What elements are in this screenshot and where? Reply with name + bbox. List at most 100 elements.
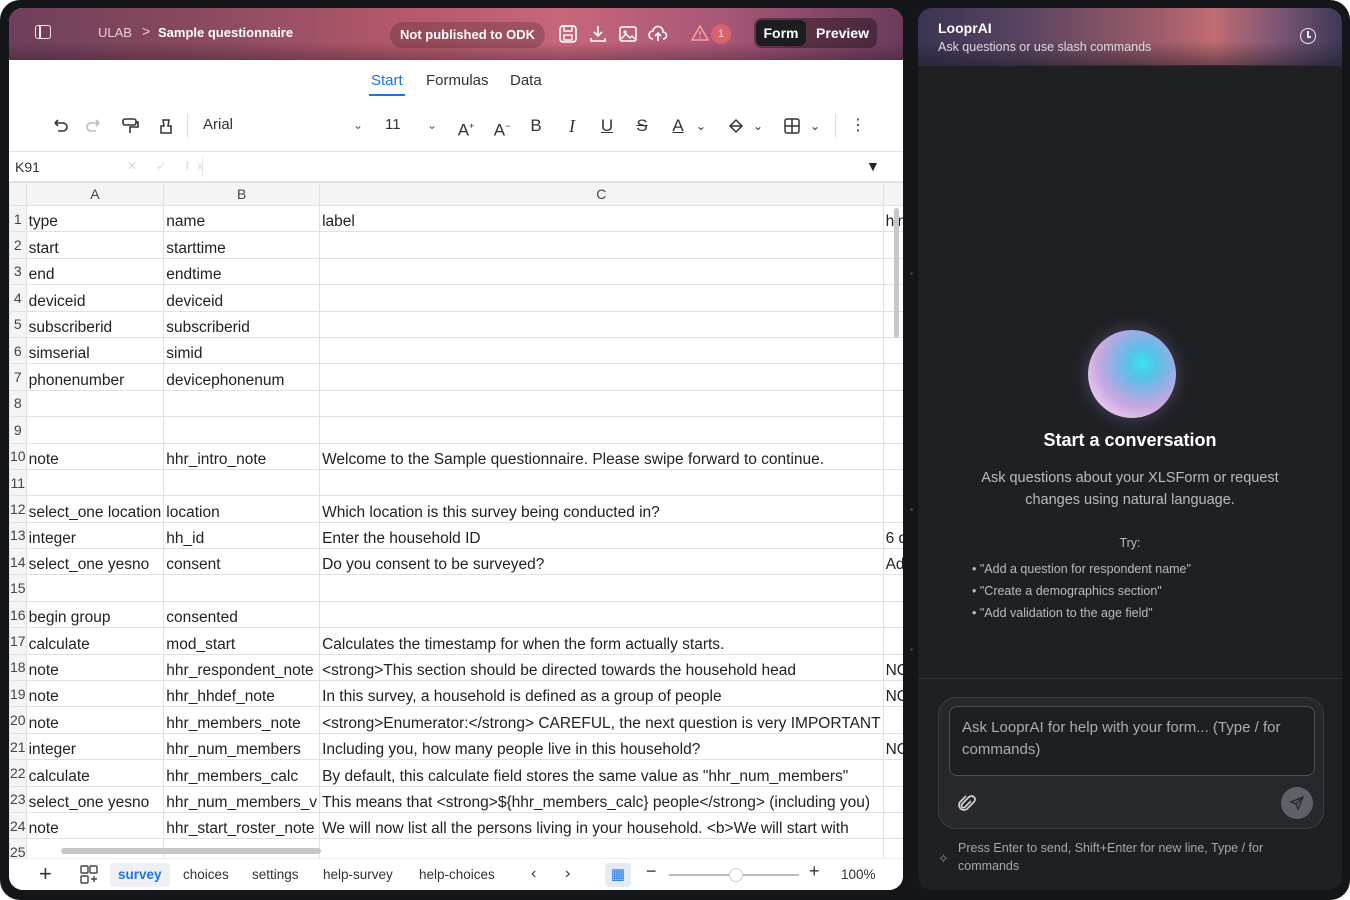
row-header[interactable]: 13 xyxy=(9,521,27,550)
cell-c[interactable] xyxy=(319,600,884,629)
cell-a[interactable]: calculate xyxy=(25,627,165,655)
row-header[interactable]: 8 xyxy=(9,389,27,418)
sheet-tab-help-choices[interactable]: help-choices xyxy=(411,863,503,887)
cell-d[interactable] xyxy=(882,416,903,444)
italic-icon[interactable]: I xyxy=(561,115,583,137)
row-header[interactable]: 2 xyxy=(9,231,27,259)
cell-a[interactable]: end xyxy=(25,257,165,286)
cell-c[interactable]: Which location is this survey being cond… xyxy=(319,495,884,523)
cell-a[interactable]: integer xyxy=(25,732,165,761)
cell-c[interactable] xyxy=(319,231,884,259)
chevron-right-icon[interactable]: › xyxy=(565,865,570,883)
history-icon[interactable] xyxy=(1300,28,1316,44)
cell-d[interactable] xyxy=(882,442,903,470)
horizontal-scrollbar[interactable] xyxy=(61,848,321,854)
row-header[interactable]: 4 xyxy=(9,284,27,312)
cell-c[interactable]: label xyxy=(319,204,884,233)
cell-a[interactable]: start xyxy=(25,231,165,259)
cell-d[interactable] xyxy=(882,838,903,858)
grid-view-icon[interactable]: ▦ xyxy=(605,863,631,887)
vertical-scrollbar[interactable] xyxy=(894,208,899,338)
cell-a[interactable]: note xyxy=(25,653,165,682)
more-options-icon[interactable]: ⋮ xyxy=(847,115,869,137)
cell-c[interactable]: <strong>This section should be directed … xyxy=(319,653,884,682)
cell-b[interactable]: starttime xyxy=(163,231,321,259)
sidebar-toggle-icon[interactable] xyxy=(35,25,51,39)
cell-b[interactable]: hhr_intro_note xyxy=(163,442,321,470)
save-icon[interactable] xyxy=(557,23,579,45)
row-header[interactable]: 25 xyxy=(9,838,27,858)
cell-a[interactable]: select_one location xyxy=(25,495,165,523)
cell-d[interactable] xyxy=(882,468,903,497)
bold-icon[interactable]: B xyxy=(525,115,547,137)
sheet-tab-settings[interactable]: settings xyxy=(244,863,307,887)
cell-c[interactable] xyxy=(319,284,884,312)
cell-c[interactable]: By default, this calculate field stores … xyxy=(319,759,884,787)
cell-c[interactable]: We will now list all the persons living … xyxy=(319,811,884,840)
cell-d[interactable] xyxy=(882,336,903,365)
strikethrough-icon[interactable]: S xyxy=(631,115,653,137)
cell-c[interactable]: In this survey, a household is defined a… xyxy=(319,680,884,708)
tab-data[interactable]: Data xyxy=(510,72,542,89)
cell-c[interactable]: Enter the household ID xyxy=(319,521,884,550)
row-header[interactable]: 16 xyxy=(9,600,27,629)
cell-a[interactable]: note xyxy=(25,706,165,734)
cell-b[interactable]: hh_id xyxy=(163,521,321,550)
cell-b[interactable] xyxy=(163,416,321,444)
message-input[interactable]: Ask LooprAI for help with your form... (… xyxy=(949,706,1315,776)
row-header[interactable]: 17 xyxy=(9,627,27,655)
row-header[interactable]: 6 xyxy=(9,336,27,365)
cell-c[interactable]: Do you consent to be surveyed? xyxy=(319,548,884,576)
row-header[interactable]: 20 xyxy=(9,706,27,734)
zoom-out-button[interactable]: − xyxy=(646,861,657,882)
preview-mode-button[interactable]: Preview xyxy=(810,20,875,46)
cell-b[interactable] xyxy=(163,389,321,418)
send-button[interactable] xyxy=(1281,787,1313,819)
cell-a[interactable]: subscriberid xyxy=(25,310,165,338)
suggestion-item[interactable]: • "Add validation to the age field" xyxy=(972,606,1153,620)
sheet-grid[interactable]: A B C D 1typenamelabelhintdefault2starts… xyxy=(9,182,903,858)
cell-d[interactable] xyxy=(882,627,903,655)
row-header[interactable]: 24 xyxy=(9,811,27,840)
expand-formula-icon[interactable]: ▼ xyxy=(866,158,880,174)
cell-b[interactable]: hhr_num_members xyxy=(163,732,321,761)
cell-a[interactable]: note xyxy=(25,811,165,840)
attach-icon[interactable] xyxy=(957,794,977,814)
cell-c[interactable] xyxy=(319,363,884,391)
row-header[interactable]: 3 xyxy=(9,257,27,286)
cell-b[interactable]: location xyxy=(163,495,321,523)
cloud-upload-icon[interactable] xyxy=(647,23,669,45)
cell-b[interactable]: mod_start xyxy=(163,627,321,655)
zoom-in-button[interactable]: + xyxy=(809,861,820,882)
cell-a[interactable] xyxy=(25,389,165,418)
row-header[interactable]: 7 xyxy=(9,363,27,391)
sheet-tab-survey[interactable]: survey xyxy=(110,863,170,887)
cell-d[interactable] xyxy=(882,574,903,602)
cell-b[interactable]: simid xyxy=(163,336,321,365)
cell-a[interactable]: select_one yesno xyxy=(25,548,165,576)
row-header[interactable]: 14 xyxy=(9,548,27,576)
row-header[interactable]: 22 xyxy=(9,759,27,787)
redo-icon[interactable] xyxy=(83,115,105,137)
formula-input[interactable] xyxy=(202,157,862,177)
column-header-b[interactable]: B xyxy=(163,182,321,206)
cell-c[interactable] xyxy=(319,389,884,418)
cell-a[interactable] xyxy=(25,468,165,497)
cell-a[interactable]: deviceid xyxy=(25,284,165,312)
suggestion-item[interactable]: • "Create a demographics section" xyxy=(972,584,1162,598)
cell-c[interactable]: Calculates the timestamp for when the fo… xyxy=(319,627,884,655)
underline-icon[interactable]: U xyxy=(596,115,618,137)
cell-d[interactable] xyxy=(882,600,903,629)
cell-d[interactable] xyxy=(882,389,903,418)
pane-resize-handle[interactable] xyxy=(906,0,916,900)
sheet-list-icon[interactable] xyxy=(80,865,98,885)
cell-c[interactable] xyxy=(319,468,884,497)
row-header[interactable]: 1 xyxy=(9,204,27,233)
cell-c[interactable] xyxy=(319,310,884,338)
cell-c[interactable]: <strong>Enumerator:</strong> CAREFUL, th… xyxy=(319,706,884,734)
cell-d[interactable]: NOTE: Change to xyxy=(882,653,903,682)
cell-b[interactable]: hhr_num_members_v xyxy=(163,785,321,813)
row-header[interactable]: 11 xyxy=(9,468,27,497)
cell-b[interactable] xyxy=(163,574,321,602)
cell-b[interactable]: devicephonenum xyxy=(163,363,321,391)
